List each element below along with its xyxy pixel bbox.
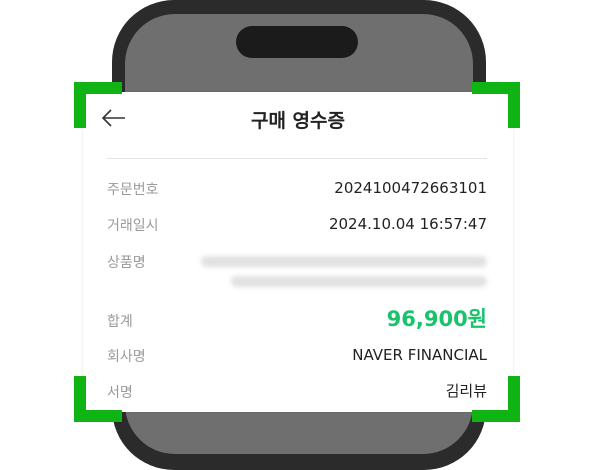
phone-notch [236, 26, 358, 58]
receipt-card: 구매 영수증 주문번호 2024100472663101 거래일시 2024.1… [83, 92, 513, 412]
company-value: NAVER FINANCIAL [352, 346, 487, 364]
product-name-blurred [201, 256, 487, 267]
signature-value: 김리뷰 [445, 382, 487, 400]
total-amount: 96,900원 [386, 307, 487, 331]
product-name-blurred-line-2 [231, 276, 487, 287]
header-divider [107, 158, 487, 159]
page-title: 구매 영수증 [250, 110, 345, 132]
company-label: 회사명 [107, 349, 146, 365]
signature-label: 서명 [107, 385, 133, 401]
transaction-time-label: 거래일시 [107, 218, 159, 234]
order-number-label: 주문번호 [107, 182, 159, 198]
order-number-value: 2024100472663101 [334, 179, 487, 197]
product-name-label: 상품명 [107, 255, 146, 271]
transaction-time-value: 2024.10.04 16:57:47 [328, 215, 487, 233]
total-label: 합계 [107, 314, 133, 330]
